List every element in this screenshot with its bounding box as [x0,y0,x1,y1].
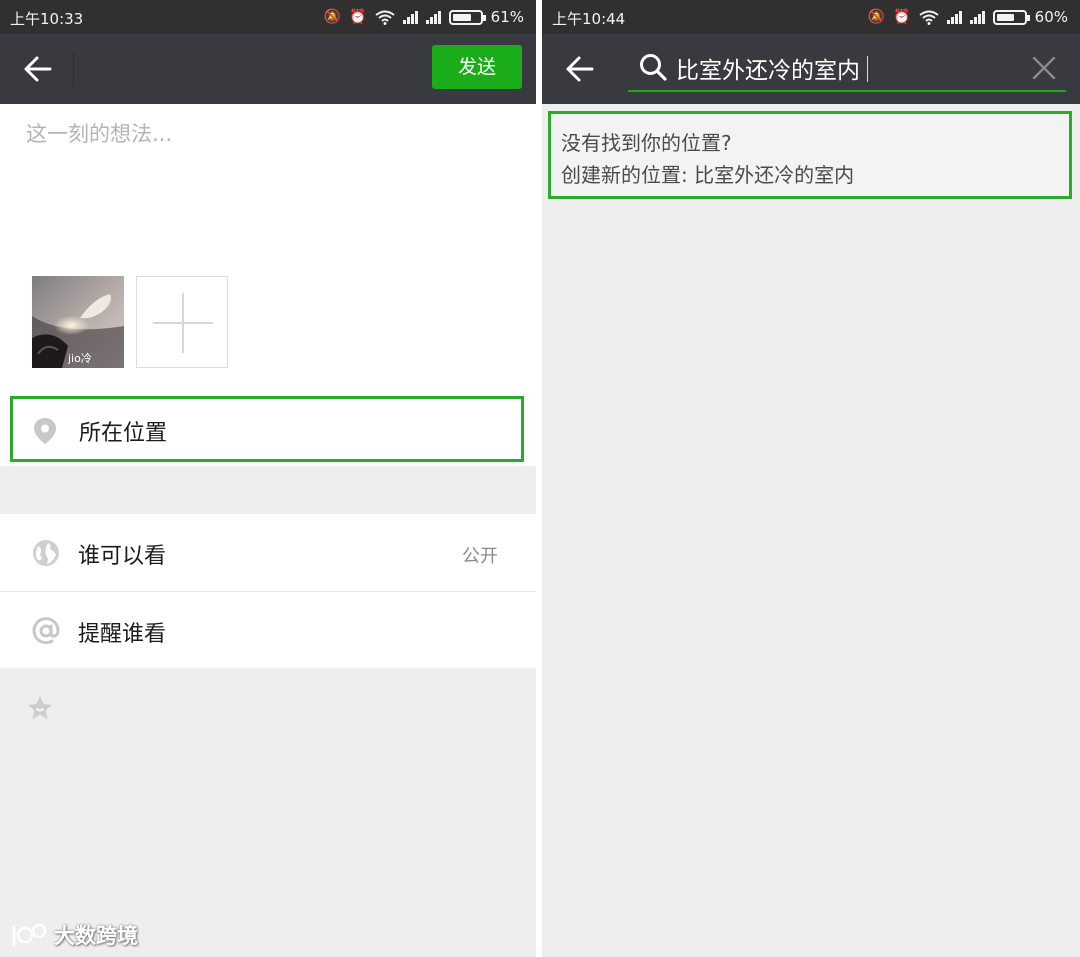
battery-icon [992,9,1030,25]
remind-row[interactable]: 提醒谁看 [0,591,536,668]
create-location-item[interactable]: 没有找到你的位置? 创建新的位置: 比室外还冷的室内 [548,111,1072,199]
status-bar: 上午10:44 🔕 ⏰ 60% [542,0,1080,34]
status-icons: 🔕 ⏰ 61% [324,8,524,26]
status-bar: 上午10:33 🔕 ⏰ 61% [0,0,536,34]
star-icon[interactable] [26,694,54,722]
battery-percent: 60% [1034,8,1068,26]
search-input[interactable] [676,48,1016,88]
text-cursor [867,56,868,82]
signal-icon [402,10,418,24]
signal-icon [425,10,441,24]
search-icon [640,54,667,81]
alarm-icon: ⏰ [893,9,911,25]
visibility-label: 谁可以看 [78,544,167,569]
compose-area: 这一刻的想法... jio冷 所在位置 [0,104,536,466]
photo-caption: jio冷 [68,352,92,365]
location-label: 所在位置 [79,421,168,446]
globe-icon [33,540,59,566]
status-time: 上午10:33 [10,10,84,28]
mute-icon: 🔕 [323,9,342,25]
photo-thumbnail[interactable]: jio冷 [32,276,124,368]
watermark-logo-icon [12,923,47,947]
nav-divider [73,52,74,86]
right-screen: 上午10:44 🔕 ⏰ 60% 比室外还冷的室内 没有找到你的位置? 创建新的位… [542,0,1080,957]
thought-input[interactable]: 这一刻的想法... [26,118,172,148]
nav-bar [542,34,1080,104]
send-button[interactable]: 发送 [432,45,522,89]
back-arrow-icon[interactable] [22,54,54,84]
location-pin-icon [34,418,56,444]
left-screen: 上午10:33 🔕 ⏰ 61% 发送 这一刻的想法... jio冷 所在位置 谁… [0,0,540,957]
add-photo-button[interactable] [136,276,228,368]
signal-icon [946,10,962,24]
mute-icon: 🔕 [867,9,886,25]
settings-list: 谁可以看 公开 提醒谁看 [0,514,536,668]
status-time: 上午10:44 [552,10,626,28]
not-found-text: 没有找到你的位置? [561,131,732,155]
search-underline [628,90,1066,92]
create-location-text: 创建新的位置: 比室外还冷的室内 [561,163,855,187]
watermark-text: 大数跨境 [54,924,138,948]
remind-label: 提醒谁看 [78,622,167,647]
alarm-icon: ⏰ [349,9,367,25]
at-sign-icon [32,617,60,645]
close-icon[interactable] [1032,56,1056,80]
status-icons: 🔕 ⏰ 60% [868,8,1068,26]
back-arrow-icon[interactable] [564,54,596,84]
battery-icon [448,9,486,25]
visibility-row[interactable]: 谁可以看 公开 [0,514,536,591]
signal-icon [969,10,985,24]
plus-icon [153,293,213,353]
location-row[interactable]: 所在位置 [10,396,524,462]
wifi-icon [919,10,939,25]
battery-percent: 61% [490,8,524,26]
wifi-icon [375,10,395,25]
watermark: 大数跨境 [10,920,138,950]
visibility-value: 公开 [462,546,498,567]
nav-bar: 发送 [0,34,536,104]
